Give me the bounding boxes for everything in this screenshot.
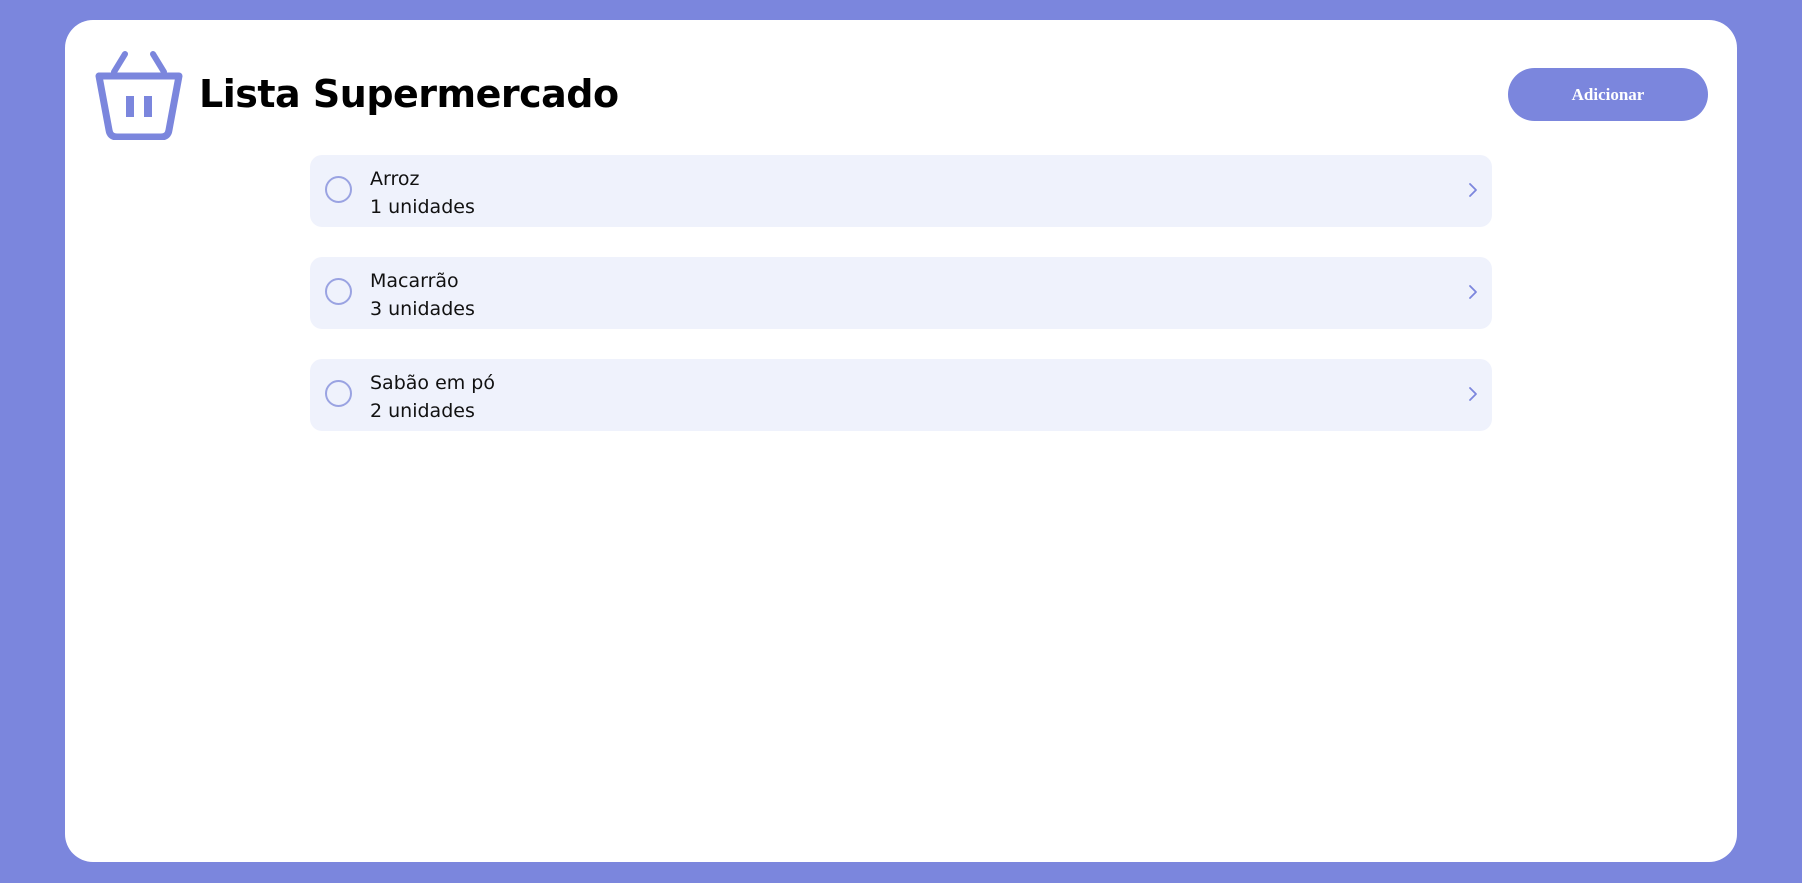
item-checkbox[interactable]: [325, 278, 352, 305]
list-item[interactable]: Macarrão 3 unidades: [310, 257, 1492, 329]
page-title: Lista Supermercado: [199, 72, 619, 116]
list-item[interactable]: Arroz 1 unidades: [310, 155, 1492, 227]
item-checkbox[interactable]: [325, 176, 352, 203]
item-quantity: 1 unidades: [370, 196, 475, 218]
list-item[interactable]: Sabão em pó 2 unidades: [310, 359, 1492, 431]
item-name: Sabão em pó: [370, 372, 495, 394]
header: Lista Supermercado: [93, 48, 619, 140]
item-text: Macarrão 3 unidades: [370, 267, 475, 323]
item-checkbox[interactable]: [325, 380, 352, 407]
item-quantity: 3 unidades: [370, 298, 475, 320]
item-name: Macarrão: [370, 270, 459, 292]
shopping-basket-icon: [95, 51, 183, 140]
item-name: Arroz: [370, 168, 420, 190]
chevron-right-icon[interactable]: [1468, 284, 1478, 300]
add-button[interactable]: Adicionar: [1508, 68, 1708, 121]
shopping-list: Arroz 1 unidades Macarrão 3 unidades Sab…: [310, 155, 1492, 461]
item-text: Sabão em pó 2 unidades: [370, 369, 495, 425]
main-card: Lista Supermercado Adicionar Arroz 1 uni…: [65, 20, 1737, 862]
chevron-right-icon[interactable]: [1468, 386, 1478, 402]
item-quantity: 2 unidades: [370, 400, 475, 422]
chevron-right-icon[interactable]: [1468, 182, 1478, 198]
item-text: Arroz 1 unidades: [370, 165, 475, 221]
